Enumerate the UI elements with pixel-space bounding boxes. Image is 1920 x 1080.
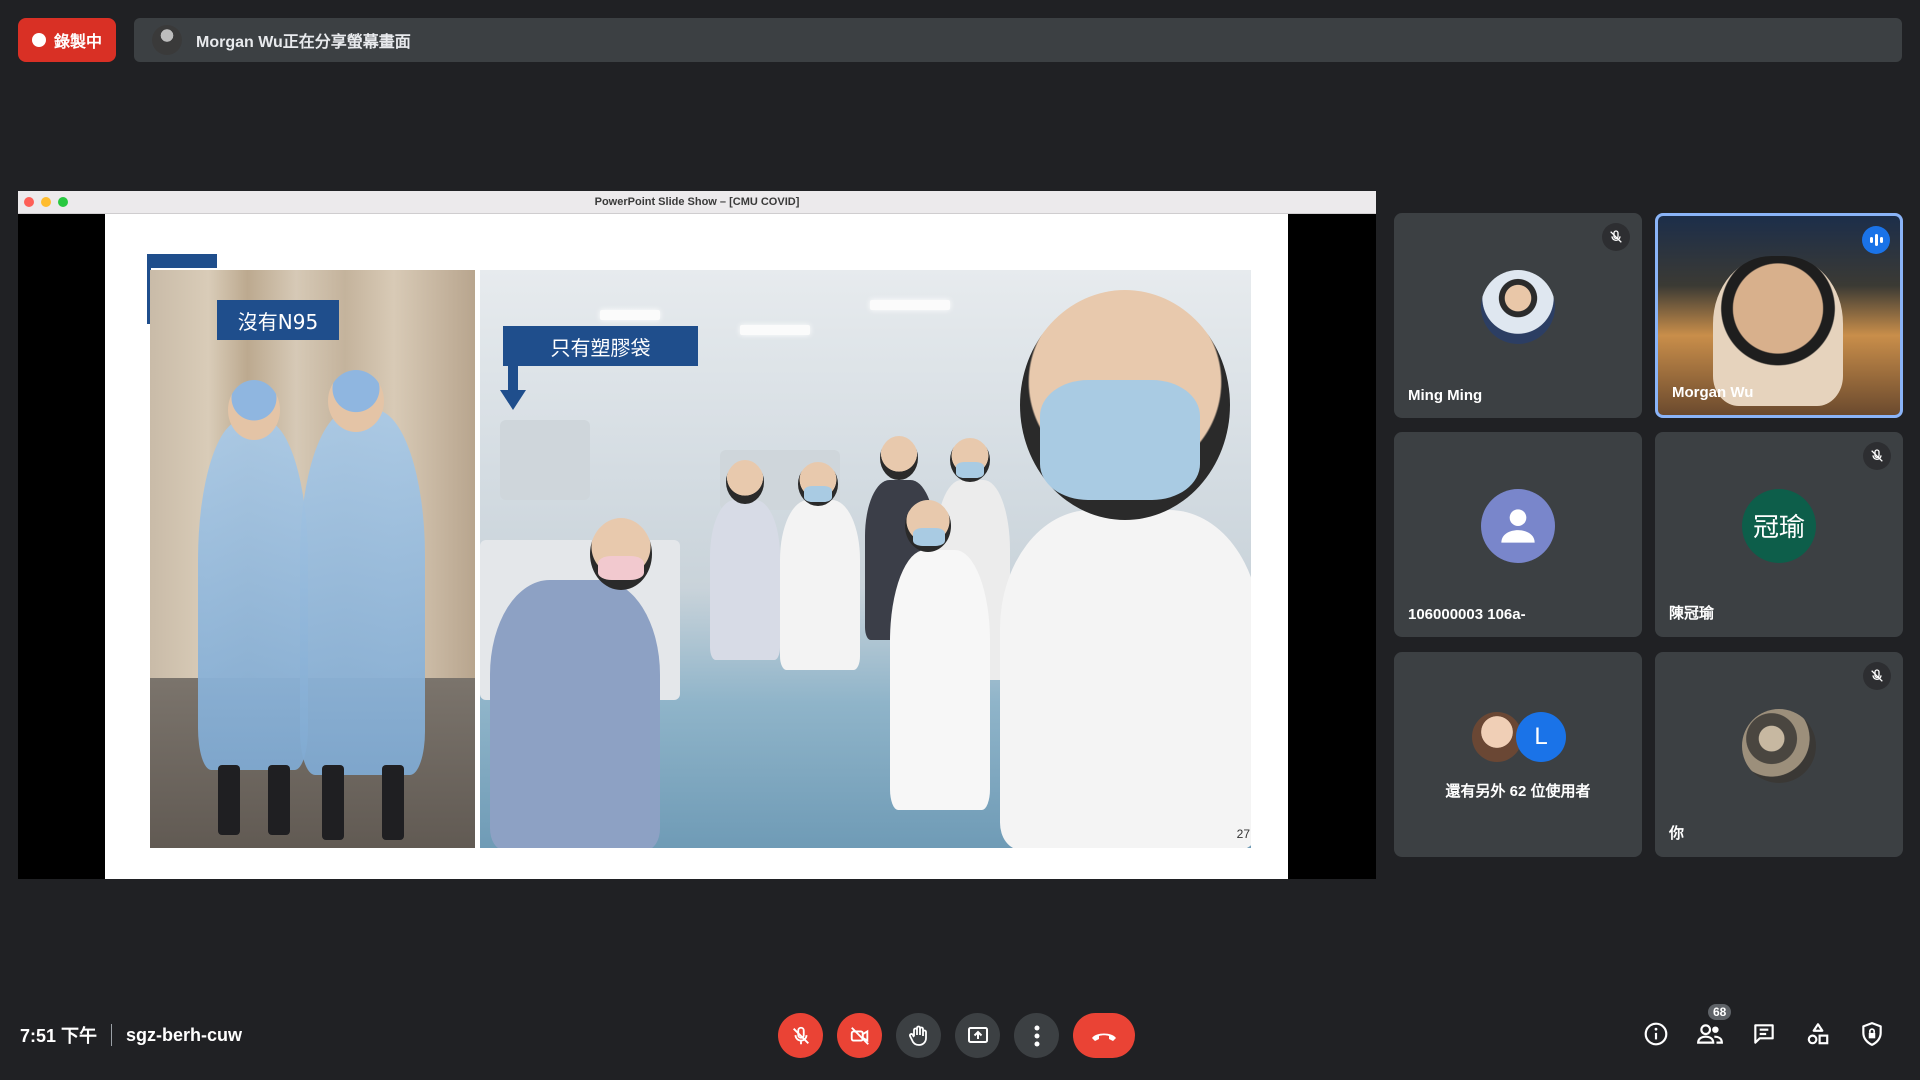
- slide-photo-ppe-gowns: [150, 270, 475, 848]
- recording-label: 錄製中: [53, 34, 102, 51]
- participant-tile-you[interactable]: 你: [1655, 652, 1903, 857]
- speaking-indicator-icon: [1862, 226, 1890, 254]
- screen-share-banner: Morgan Wu正在分享螢幕畫面: [134, 18, 1902, 62]
- raise-hand-button[interactable]: [896, 1013, 941, 1058]
- raise-hand-icon: [908, 1025, 927, 1046]
- activities-button[interactable]: [1802, 1018, 1834, 1050]
- others-count-label: 還有另外 62 位使用者: [1445, 783, 1591, 800]
- default-person-icon: [1501, 508, 1535, 543]
- chat-icon: [1754, 1024, 1774, 1044]
- slide-label-plastic-bag: 只有塑膠袋: [503, 326, 698, 366]
- participant-tile-others[interactable]: L 還有另外 62 位使用者: [1394, 652, 1642, 857]
- person-head: [228, 380, 280, 440]
- presentation-titlebar: PowerPoint Slide Show – [CMU COVID]: [18, 191, 1376, 214]
- avatar: L: [1516, 712, 1566, 762]
- info-icon: [1644, 1022, 1668, 1046]
- avatar: [1481, 269, 1555, 344]
- shield-lock-icon: [1862, 1022, 1882, 1046]
- university-logo: [147, 254, 217, 268]
- meeting-info: 7:51 下午 sgz-berh-cuw: [20, 1022, 242, 1048]
- people-count-badge: 68: [1708, 1004, 1732, 1020]
- presentation-slide: 沒有N95 只有塑膠袋 27: [105, 214, 1288, 879]
- avatar: [1742, 708, 1816, 783]
- side-panel-icons: 68: [1640, 1004, 1888, 1050]
- window-controls: [24, 197, 68, 207]
- meeting-time: 7:51 下午: [20, 1026, 98, 1046]
- participant-name: 106000003 106a-: [1408, 606, 1526, 623]
- camera-toggle-button[interactable]: [837, 1013, 882, 1058]
- end-call-button[interactable]: [1073, 1013, 1135, 1058]
- close-window-icon: [24, 197, 34, 207]
- avatar: [1472, 712, 1522, 762]
- present-screen-icon: [967, 1026, 988, 1043]
- end-call-icon: [1092, 1033, 1116, 1041]
- people-icon: [1697, 1024, 1723, 1044]
- chat-button[interactable]: [1748, 1018, 1780, 1050]
- avatar: [1481, 488, 1555, 563]
- minimize-window-icon: [41, 197, 51, 207]
- meeting-details-button[interactable]: [1640, 1018, 1672, 1050]
- recording-badge[interactable]: 錄製中: [18, 18, 116, 62]
- present-screen-button[interactable]: [955, 1013, 1000, 1058]
- person-gown: [300, 410, 425, 775]
- call-controls: [778, 1013, 1135, 1058]
- avatar: 冠瑜: [1742, 488, 1816, 563]
- mic-muted-icon: [1863, 662, 1891, 690]
- presenter-avatar: [152, 25, 182, 55]
- record-dot-icon: [31, 33, 46, 47]
- mic-off-icon: [792, 1026, 809, 1044]
- participant-name: 陳冠瑜: [1669, 605, 1715, 622]
- mic-muted-icon: [1602, 223, 1630, 251]
- participant-name: 你: [1669, 825, 1685, 842]
- maximize-window-icon: [58, 197, 68, 207]
- more-options-icon: [1034, 1025, 1039, 1046]
- presentation-window: PowerPoint Slide Show – [CMU COVID] 沒有N9…: [18, 191, 1376, 879]
- participant-name: Ming Ming: [1408, 387, 1483, 404]
- meeting-code: sgz-berh-cuw: [126, 1024, 243, 1045]
- participant-tile-106000003[interactable]: 106000003 106a-: [1394, 432, 1642, 637]
- activities-icon: [1807, 1023, 1829, 1045]
- slide-page-number: 27: [1236, 827, 1250, 841]
- person-gown: [198, 420, 308, 770]
- slide-label-no-n95: 沒有N95: [217, 300, 339, 340]
- mic-muted-icon: [1863, 442, 1891, 470]
- down-arrow-icon: [500, 390, 526, 410]
- participant-tile-morgan-wu[interactable]: Morgan Wu: [1655, 213, 1903, 418]
- participant-tile-ming-ming[interactable]: Ming Ming: [1394, 213, 1642, 418]
- people-button[interactable]: 68: [1694, 1004, 1732, 1050]
- share-banner-text: Morgan Wu正在分享螢幕畫面: [196, 34, 411, 51]
- mic-toggle-button[interactable]: [778, 1013, 823, 1058]
- more-options-button[interactable]: [1014, 1013, 1059, 1058]
- host-controls-button[interactable]: [1856, 1018, 1888, 1050]
- person-head: [328, 370, 384, 432]
- camera-off-icon: [850, 1026, 869, 1045]
- participant-tile-chen[interactable]: 冠瑜 陳冠瑜: [1655, 432, 1903, 637]
- participant-name: Morgan Wu: [1672, 384, 1754, 401]
- presentation-title: PowerPoint Slide Show – [CMU COVID]: [594, 196, 800, 208]
